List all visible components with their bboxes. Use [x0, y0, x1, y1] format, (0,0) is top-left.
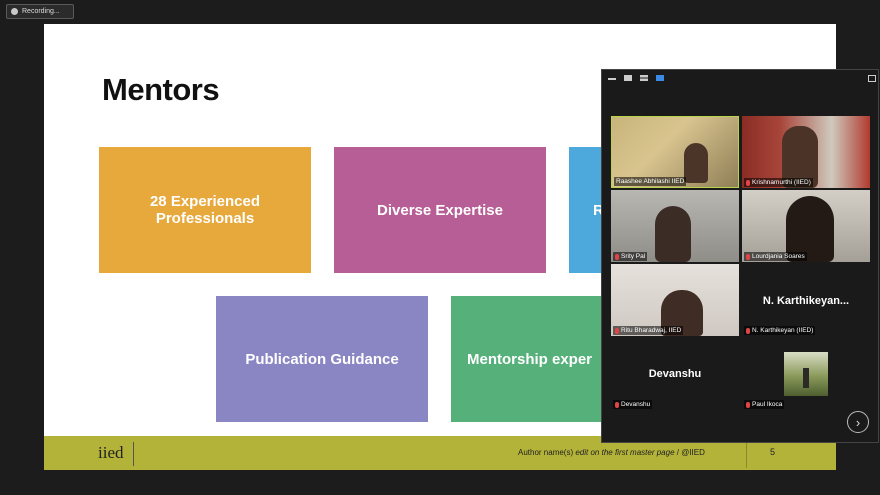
participant-tile[interactable]: Paul Ikoca — [742, 338, 870, 410]
participant-tile[interactable]: Ritu Bharadwaj, IIED — [611, 264, 739, 336]
exit-fullscreen-icon[interactable] — [868, 75, 876, 82]
muted-mic-icon — [746, 327, 750, 334]
participant-tile[interactable]: Srity Pal — [611, 190, 739, 262]
next-page-button[interactable]: › — [847, 411, 869, 433]
participant-photo — [784, 352, 828, 396]
participant-name: Srity Pal — [621, 253, 646, 260]
participant-video — [655, 206, 691, 262]
chevron-right-icon: › — [855, 414, 861, 430]
participant-name: N. Karthikeyan (IIED) — [752, 327, 814, 334]
participant-tile[interactable]: Raashee Abhilashi IIED — [611, 116, 739, 188]
participant-name: Devanshu — [621, 401, 651, 408]
iied-logo: iied — [98, 443, 124, 462]
recording-indicator[interactable]: Recording... — [6, 4, 74, 19]
participant-name: Krishnamurthi (IIED) — [752, 179, 811, 186]
grid-view-icon[interactable] — [656, 75, 664, 81]
participant-name: Ritu Bharadwaj, IIED — [621, 327, 682, 334]
muted-mic-icon — [615, 327, 619, 334]
logo-divider — [133, 442, 134, 466]
muted-mic-icon — [746, 253, 750, 260]
participant-name: Lourdjania Soares — [752, 253, 805, 260]
recording-label: Recording... — [22, 8, 60, 15]
box-experienced-professionals: 28 Experienced Professionals — [99, 147, 311, 273]
participant-tile[interactable]: Krishnamurthi (IIED) — [742, 116, 870, 188]
participant-name: Paul Ikoca — [752, 401, 783, 408]
minimize-icon[interactable] — [608, 78, 616, 80]
participant-display-name: N. Karthikeyan... — [762, 295, 850, 307]
muted-mic-icon — [615, 253, 619, 260]
gallery-view-icon[interactable] — [640, 75, 648, 81]
participant-video — [684, 143, 708, 183]
footer-author: Author name(s) edit on the first master … — [518, 448, 705, 457]
cloud-record-icon — [11, 8, 18, 15]
muted-mic-icon — [746, 179, 750, 186]
participant-tile[interactable]: Lourdjania Soares — [742, 190, 870, 262]
speaker-view-icon[interactable] — [624, 75, 632, 81]
participant-display-name: Devanshu — [648, 368, 702, 380]
participant-tile[interactable]: Devanshu Devanshu — [611, 338, 739, 410]
slide-title: Mentors — [102, 72, 220, 107]
box-diverse-expertise: Diverse Expertise — [334, 147, 546, 273]
muted-mic-icon — [746, 401, 750, 408]
muted-mic-icon — [615, 401, 619, 408]
box-publication-guidance: Publication Guidance — [216, 296, 428, 422]
page-number: 5 — [770, 447, 776, 457]
participant-name: Raashee Abhilashi IIED — [616, 178, 685, 185]
participant-tile[interactable]: N. Karthikeyan... N. Karthikeyan (IIED) — [742, 264, 870, 336]
meeting-panel: Raashee Abhilashi IIED Krishnamurthi (II… — [601, 69, 879, 443]
